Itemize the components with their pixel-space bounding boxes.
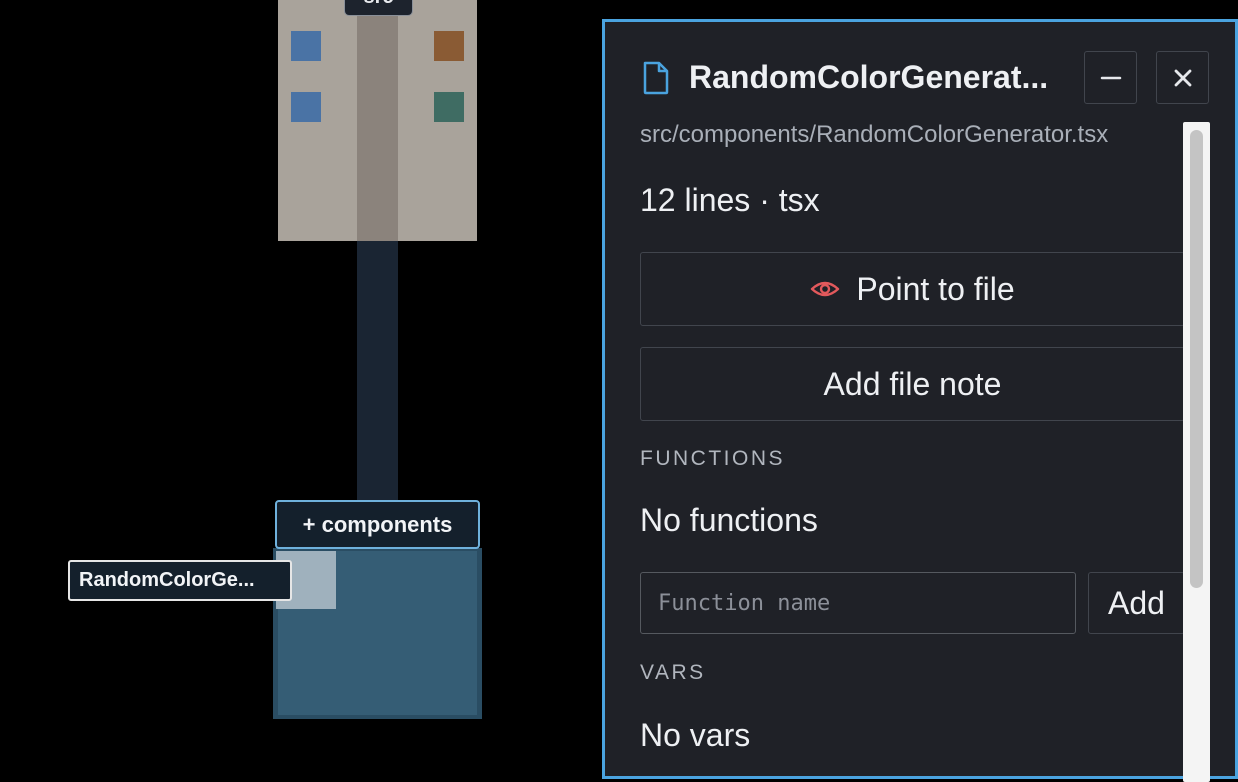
code-city-canvas[interactable]: src + components RandomColorGe... (0, 0, 600, 772)
components-folder-label[interactable]: + components (275, 500, 480, 549)
eye-icon (811, 281, 840, 297)
no-functions-text: No functions (640, 502, 818, 538)
file-block[interactable] (291, 31, 321, 61)
no-vars-text: No vars (640, 717, 751, 753)
file-details-panel: RandomColorGenerat... src/components/Ran… (602, 19, 1238, 782)
function-name-input[interactable] (640, 572, 1076, 634)
file-meta: 12 lines · tsx (640, 182, 820, 218)
minimize-button[interactable] (1084, 51, 1137, 104)
src-folder-spine (357, 0, 398, 241)
panel-title: RandomColorGenerat... (689, 59, 1049, 95)
file-icon (643, 61, 669, 95)
folder-connector (357, 241, 398, 503)
src-folder-label[interactable]: src (344, 0, 413, 16)
panel-scrollbar[interactable] (1183, 122, 1210, 782)
point-to-file-label: Point to file (856, 270, 1015, 307)
vars-heading: VARS (640, 661, 706, 684)
add-function-button[interactable]: Add (1088, 572, 1185, 634)
file-block[interactable] (291, 92, 321, 122)
close-icon (1174, 69, 1191, 86)
point-to-file-button[interactable]: Point to file (640, 252, 1185, 326)
file-path: src/components/RandomColorGenerator.tsx (640, 121, 1109, 148)
scrollbar-thumb[interactable] (1190, 130, 1203, 588)
functions-heading: FUNCTIONS (640, 447, 785, 470)
minimize-icon (1100, 76, 1121, 79)
file-block[interactable] (434, 92, 464, 122)
add-file-note-label: Add file note (823, 365, 1002, 402)
add-file-note-button[interactable]: Add file note (640, 347, 1185, 421)
close-button[interactable] (1156, 51, 1209, 104)
file-hover-label: RandomColorGe... (68, 560, 292, 601)
file-block[interactable] (434, 31, 464, 61)
